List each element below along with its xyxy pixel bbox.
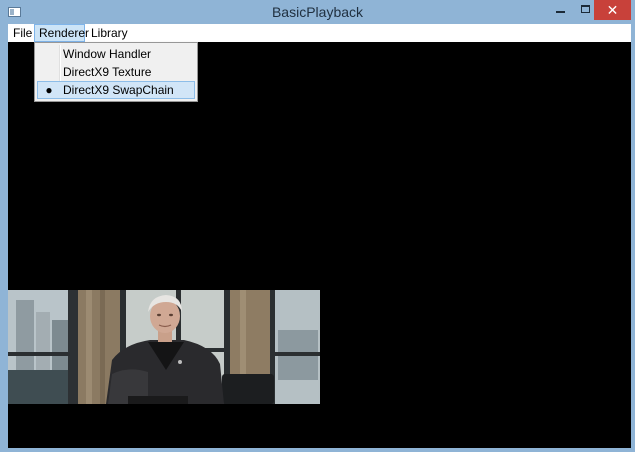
menu-file[interactable]: File xyxy=(8,24,34,42)
maximize-icon xyxy=(581,5,590,13)
radio-bullet-icon: ● xyxy=(45,83,53,97)
menu-renderer[interactable]: Renderer xyxy=(34,24,89,42)
minimize-icon xyxy=(556,11,565,13)
renderer-dropdown-menu: Window Handler DirectX9 Texture ● Direct… xyxy=(34,42,198,102)
close-button[interactable]: ✕ xyxy=(594,0,631,20)
menu-item-directx9-swapchain[interactable]: ● DirectX9 SwapChain xyxy=(37,81,195,99)
minimize-button[interactable] xyxy=(547,0,573,20)
menu-item-label: DirectX9 Texture xyxy=(63,65,152,79)
window-title: BasicPlayback xyxy=(271,4,364,20)
app-window: BasicPlayback ✕ File Renderer Library Wi… xyxy=(0,0,635,452)
menu-item-window-handler[interactable]: Window Handler xyxy=(37,45,195,63)
video-frame xyxy=(8,290,320,404)
menu-item-directx9-texture[interactable]: DirectX9 Texture xyxy=(37,63,195,81)
title-bar[interactable]: BasicPlayback ✕ xyxy=(0,0,635,24)
video-render-area[interactable] xyxy=(8,42,631,448)
close-icon: ✕ xyxy=(606,2,619,18)
menu-library[interactable]: Library xyxy=(86,24,128,42)
menu-bar: File Renderer Library xyxy=(8,24,631,42)
menu-item-label: DirectX9 SwapChain xyxy=(63,83,174,97)
video-frame-image xyxy=(8,290,320,404)
menu-item-label: Window Handler xyxy=(63,47,152,61)
